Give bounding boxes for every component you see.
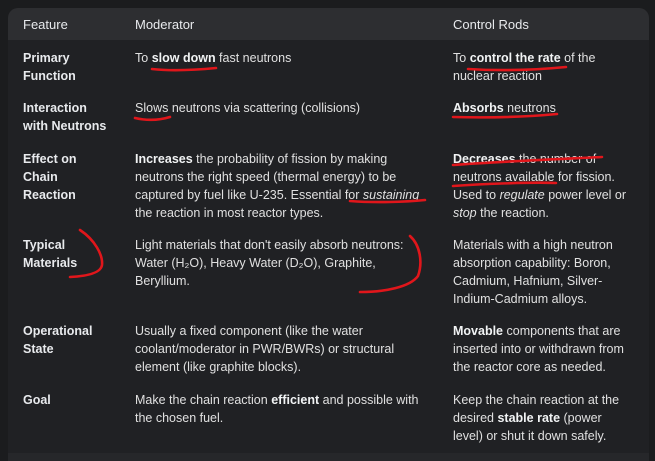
moderator-interaction: Slows neutrons via scattering (collision… <box>135 101 361 115</box>
comparison-table: Feature Moderator Control Rods Primary F… <box>8 8 649 461</box>
row-label-interaction: Interaction with Neutrons <box>23 101 107 133</box>
rods-goal: Keep the chain reaction at the desired s… <box>453 393 620 443</box>
rods-materials: Materials with a high neutron absorption… <box>453 238 613 306</box>
row-label-goal: Goal <box>23 393 51 407</box>
row-label-primary-function: Primary Function <box>23 51 76 83</box>
rods-effect: Decreases the number of neutrons availab… <box>453 152 627 220</box>
moderator-materials: Light materials that don't easily absorb… <box>135 238 404 288</box>
rods-interaction: Absorbs neutrons <box>453 101 556 115</box>
rods-primary-function: To control the rate of the nuclear react… <box>453 51 596 83</box>
row-label-effect: Effect on Chain Reaction <box>23 152 77 202</box>
bottom-scroll-area <box>8 453 649 461</box>
table-header: Feature Moderator Control Rods <box>8 8 649 40</box>
header-feature: Feature <box>23 17 68 32</box>
header-control-rods: Control Rods <box>453 17 529 32</box>
moderator-effect: Increases the probability of fission by … <box>135 152 420 220</box>
moderator-goal: Make the chain reaction efficient and po… <box>135 393 419 425</box>
rods-state: Movable components that are inserted int… <box>453 324 624 374</box>
header-moderator: Moderator <box>135 17 195 32</box>
row-label-state: Operational State <box>23 324 93 356</box>
row-label-materials: Typical Materials <box>23 238 78 270</box>
moderator-state: Usually a fixed component (like the wate… <box>135 324 395 374</box>
moderator-primary-function: To slow down fast neutrons <box>135 51 292 65</box>
